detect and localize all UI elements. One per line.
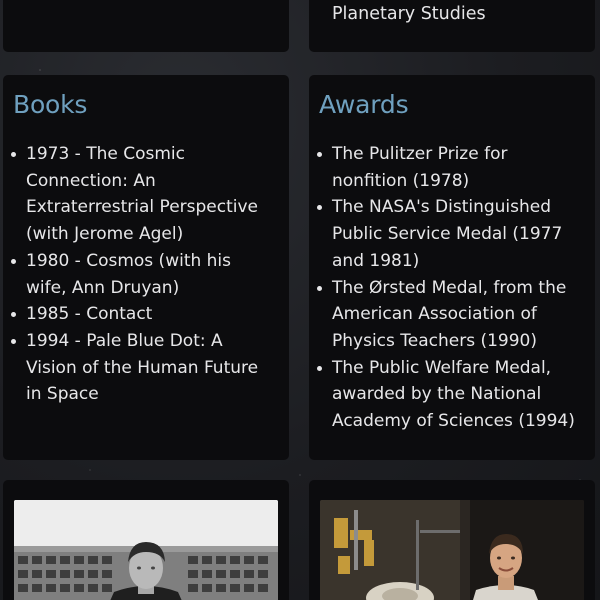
books-card: Books 1973 - The Cosmic Connection: An E… [3, 75, 289, 460]
book-item: 1973 - The Cosmic Connection: An Extrate… [11, 141, 275, 248]
previous-card-right: Planetary Studies [309, 0, 595, 52]
awards-card: Awards The Pulitzer Prize for nonfition … [309, 75, 595, 460]
award-item: The NASA's Distinguished Public Service … [317, 194, 581, 274]
award-item: The Public Welfare Medal, awarded by the… [317, 355, 581, 435]
book-item: 1994 - Pale Blue Dot: A Vision of the Hu… [11, 328, 275, 408]
photo-card-right [309, 480, 595, 600]
photo-card-left [3, 480, 289, 600]
previous-card-text: Planetary Studies [332, 4, 486, 24]
awards-title: Awards [319, 90, 409, 119]
previous-card-left [3, 0, 289, 52]
award-item: The Ørsted Medal, from the American Asso… [317, 275, 581, 355]
award-item: The Pulitzer Prize for nonfition (1978) [317, 141, 581, 194]
book-item: 1980 - Cosmos (with his wife, Ann Druyan… [11, 248, 275, 301]
portrait-photo-spacecraft [320, 500, 584, 600]
awards-list: The Pulitzer Prize for nonfition (1978) … [309, 141, 581, 435]
book-item: 1985 - Contact [11, 301, 275, 328]
books-list: 1973 - The Cosmic Connection: An Extrate… [3, 141, 275, 408]
portrait-photo-building [14, 500, 278, 600]
books-title: Books [13, 90, 88, 119]
